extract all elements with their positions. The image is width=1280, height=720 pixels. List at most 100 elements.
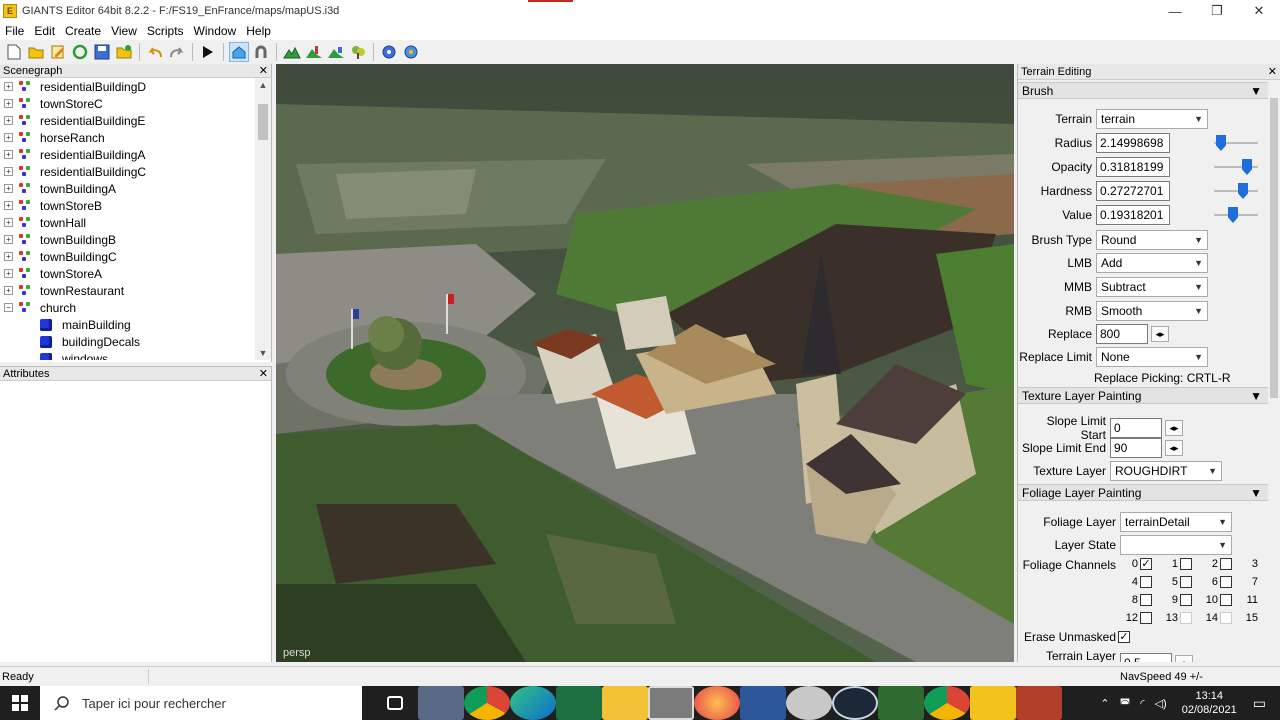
value-input[interactable]: 0.19318201 [1096, 205, 1170, 225]
gta-v-icon[interactable] [878, 686, 924, 720]
slider-handle[interactable] [1228, 207, 1238, 223]
tree-item[interactable]: + townStoreA [0, 265, 271, 282]
word-icon[interactable] [740, 686, 786, 720]
open-folder-icon[interactable] [26, 42, 46, 62]
tree-item[interactable]: − church [0, 299, 271, 316]
menu-edit[interactable]: Edit [29, 24, 60, 38]
expand-icon[interactable]: + [4, 269, 13, 278]
menu-window[interactable]: Window [189, 24, 242, 38]
menu-create[interactable]: Create [60, 24, 106, 38]
tree-item[interactable]: + townStoreB [0, 197, 271, 214]
channel-checkbox[interactable] [1140, 594, 1152, 606]
tray-overflow-icon[interactable]: ⌃ [1100, 697, 1109, 710]
3d-viewport[interactable]: persp [276, 64, 1014, 662]
slope-end-input[interactable]: 90 [1110, 438, 1162, 458]
slider-handle[interactable] [1238, 183, 1248, 199]
clock[interactable]: 13:14 02/08/2021 [1182, 689, 1237, 717]
expand-icon[interactable]: + [4, 218, 13, 227]
expand-icon[interactable]: + [4, 184, 13, 193]
chrome-icon[interactable] [464, 686, 510, 720]
collapse-arrow-icon[interactable]: ▼ [1250, 486, 1262, 500]
collapse-icon[interactable]: − [4, 303, 13, 312]
channel-checkbox[interactable]: ✓ [1140, 558, 1152, 570]
channel-checkbox[interactable] [1220, 576, 1232, 588]
texture-section-header[interactable]: Texture Layer Painting ▼ [1018, 387, 1268, 404]
rmb-select[interactable]: Smooth ▼ [1096, 301, 1208, 321]
new-file-icon[interactable] [4, 42, 24, 62]
erase-unmasked-checkbox[interactable]: ✓ [1118, 631, 1130, 643]
steam-icon[interactable] [832, 686, 878, 720]
tree-item[interactable]: + townStoreC [0, 95, 271, 112]
undo-icon[interactable] [145, 42, 165, 62]
lmb-select[interactable]: Add ▼ [1096, 253, 1208, 273]
foliage-paint-icon[interactable] [326, 42, 346, 62]
tree-item[interactable]: + townBuildingA [0, 180, 271, 197]
menu-file[interactable]: File [0, 24, 29, 38]
channel-checkbox[interactable] [1220, 558, 1232, 570]
expand-icon[interactable]: + [4, 133, 13, 142]
close-button[interactable]: ✕ [1238, 0, 1280, 22]
menu-help[interactable]: Help [241, 24, 276, 38]
hardness-slider[interactable] [1214, 181, 1258, 201]
menu-scripts[interactable]: Scripts [142, 24, 189, 38]
refresh-icon[interactable] [70, 42, 90, 62]
brush-section-header[interactable]: Brush ▼ [1018, 82, 1268, 99]
scroll-up-icon[interactable]: ▲ [258, 80, 268, 90]
scrollbar-thumb[interactable] [258, 104, 268, 140]
start-button[interactable] [0, 686, 40, 720]
scenegraph-scrollbar[interactable]: ▲ ▼ [255, 78, 271, 360]
tree-item[interactable]: + residentialBuildingA [0, 146, 271, 163]
mesh-app-icon[interactable] [786, 686, 832, 720]
terrain-scrollbar[interactable] [1268, 84, 1280, 662]
play-icon[interactable] [198, 42, 218, 62]
settings-alt-icon[interactable] [401, 42, 421, 62]
scroll-down-icon[interactable]: ▼ [258, 348, 268, 358]
chrome-alt-icon[interactable] [924, 686, 970, 720]
layer-state-select[interactable]: ▼ [1120, 535, 1232, 555]
radius-slider[interactable] [1214, 133, 1258, 153]
task-view-icon[interactable] [372, 686, 418, 720]
tree-item[interactable]: + townBuildingC [0, 248, 271, 265]
edit-file-icon[interactable] [48, 42, 68, 62]
value-slider[interactable] [1214, 205, 1258, 225]
channel-checkbox[interactable] [1180, 612, 1192, 624]
foliage-section-header[interactable]: Foliage Layer Painting ▼ [1018, 484, 1268, 501]
network-icon[interactable]: ◚ [1120, 697, 1131, 710]
firefox-icon[interactable] [694, 686, 740, 720]
collapse-arrow-icon[interactable]: ▼ [1250, 389, 1262, 403]
save-icon[interactable] [92, 42, 112, 62]
tree-item[interactable]: + residentialBuildingC [0, 163, 271, 180]
menu-view[interactable]: View [106, 24, 142, 38]
tree-item[interactable]: buildingDecals [0, 333, 271, 350]
terrain-sculpt-icon[interactable] [282, 42, 302, 62]
collapse-arrow-icon[interactable]: ▼ [1250, 84, 1262, 98]
volume-icon[interactable]: ◁) [1155, 697, 1167, 710]
spin-arrows-icon[interactable]: ◂▸ [1165, 420, 1183, 436]
channel-checkbox[interactable] [1180, 576, 1192, 588]
expand-icon[interactable]: + [4, 252, 13, 261]
hardness-input[interactable]: 0.27272701 [1096, 181, 1170, 201]
giants-editor-taskbar-icon[interactable] [970, 686, 1016, 720]
expand-icon[interactable]: + [4, 167, 13, 176]
spin-arrows-icon[interactable]: ◂▸ [1175, 655, 1193, 662]
texture-layer-select[interactable]: ROUGHDIRT ▼ [1110, 461, 1222, 481]
calculator-icon[interactable] [418, 686, 464, 720]
slider-handle[interactable] [1242, 159, 1252, 175]
notifications-icon[interactable]: ▭ [1253, 695, 1266, 712]
foliage-layer-select[interactable]: terrainDetail ▼ [1120, 512, 1232, 532]
attributes-close-icon[interactable]: ✕ [259, 367, 268, 380]
tree-item[interactable]: + townRestaurant [0, 282, 271, 299]
redo-icon[interactable] [167, 42, 187, 62]
expand-icon[interactable]: + [4, 150, 13, 159]
magnet-icon[interactable] [251, 42, 271, 62]
settings-gear-icon[interactable] [379, 42, 399, 62]
spin-arrows-icon[interactable]: ◂▸ [1151, 326, 1169, 342]
tree-item[interactable]: windows [0, 350, 271, 360]
tree-item[interactable]: + residentialBuildingE [0, 112, 271, 129]
edge-icon[interactable] [510, 686, 556, 720]
opacity-slider[interactable] [1214, 157, 1258, 177]
expand-icon[interactable]: + [4, 99, 13, 108]
brush-type-select[interactable]: Round ▼ [1096, 230, 1208, 250]
channel-checkbox[interactable] [1220, 594, 1232, 606]
tree-item[interactable]: + horseRanch [0, 129, 271, 146]
